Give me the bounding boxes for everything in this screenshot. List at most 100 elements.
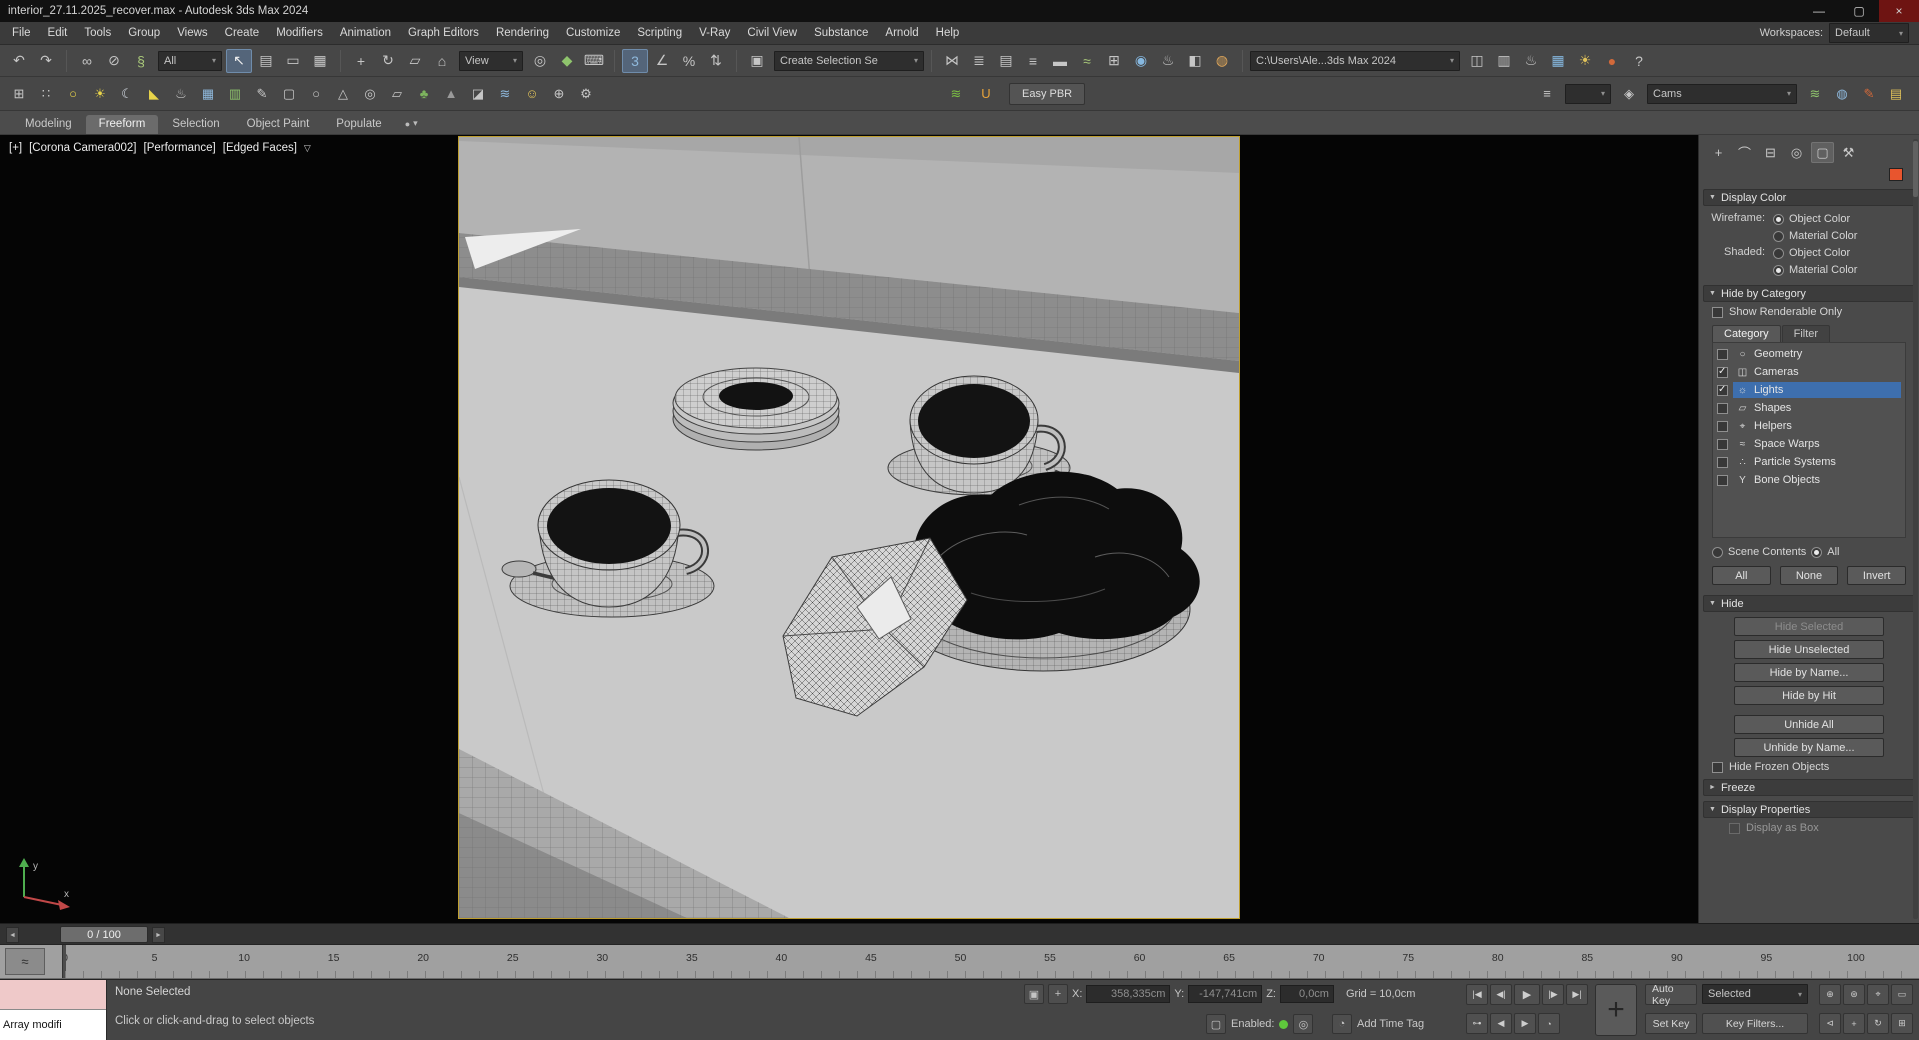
lightbulb-icon[interactable]: ○ bbox=[60, 82, 86, 106]
menu-item[interactable]: Create bbox=[217, 24, 268, 42]
degradation-override-icon[interactable]: ◎ bbox=[1293, 1014, 1313, 1034]
plane-icon[interactable]: ▱ bbox=[384, 82, 410, 106]
select-and-scale-icon[interactable]: ▱ bbox=[402, 49, 428, 73]
ribbon-tab[interactable]: Populate bbox=[323, 115, 394, 134]
ribbon-tab[interactable]: Object Paint bbox=[234, 115, 323, 134]
category-row[interactable]: ⌖Helpers bbox=[1713, 417, 1905, 435]
edit-named-selection-sets-icon[interactable]: ▣ bbox=[744, 49, 770, 73]
rollout-hide[interactable]: ▼ Hide bbox=[1703, 595, 1915, 612]
hide-selected-button[interactable]: Hide Selected bbox=[1734, 617, 1884, 636]
field-of-view-icon[interactable]: ⊲ bbox=[1819, 1013, 1841, 1034]
sun-icon[interactable]: ☀ bbox=[87, 82, 113, 106]
keyboard-shortcut-override-icon[interactable]: ⌨ bbox=[581, 49, 607, 73]
rollout-freeze[interactable]: ► Freeze bbox=[1703, 779, 1915, 796]
show-all-button[interactable]: All bbox=[1712, 566, 1771, 585]
select-and-link-icon[interactable]: ∞ bbox=[74, 49, 100, 73]
rollout-display-properties[interactable]: ▼ Display Properties bbox=[1703, 801, 1915, 818]
time-slider[interactable]: 0 / 100 bbox=[60, 926, 148, 943]
category-row[interactable]: ○Geometry bbox=[1713, 345, 1905, 363]
menu-item[interactable]: Modifiers bbox=[268, 24, 331, 42]
previous-frame-icon[interactable]: ◀| bbox=[1490, 984, 1512, 1005]
help-icon[interactable]: ? bbox=[1626, 49, 1652, 73]
menu-item[interactable]: V-Ray bbox=[691, 24, 738, 42]
menu-item[interactable]: Customize bbox=[558, 24, 628, 42]
next-frame-icon[interactable]: |▶ bbox=[1542, 984, 1564, 1005]
render-teapot-icon[interactable]: ♨ bbox=[1518, 49, 1544, 73]
chart-icon[interactable]: ▥ bbox=[222, 82, 248, 106]
show-renderable-only-checkbox[interactable]: Show Renderable Only bbox=[1703, 302, 1915, 319]
category-row[interactable]: ◫Cameras bbox=[1713, 363, 1905, 381]
ribbon-tab[interactable]: Freeform bbox=[86, 115, 159, 134]
select-by-name-icon[interactable]: ▤ bbox=[253, 49, 279, 73]
viewport-shading-menu[interactable]: [Edged Faces] bbox=[223, 142, 297, 154]
menu-item[interactable]: Substance bbox=[806, 24, 876, 42]
maximize-viewport-icon[interactable]: ⊞ bbox=[1891, 1013, 1913, 1034]
green-layers-icon[interactable]: ≋ bbox=[943, 82, 969, 106]
menu-item[interactable]: File bbox=[4, 24, 39, 42]
gear-icon[interactable]: ⚙ bbox=[573, 82, 599, 106]
mirror-icon[interactable]: ⋈ bbox=[939, 49, 965, 73]
hierarchy-tab-icon[interactable]: ⊟ bbox=[1759, 142, 1782, 163]
project-folder-dropdown[interactable]: C:\Users\Ale...3ds Max 2024▾ bbox=[1250, 51, 1460, 71]
z-coordinate-field[interactable]: 0,0cm bbox=[1280, 985, 1334, 1003]
viewport-general-menu[interactable]: [+] bbox=[9, 142, 22, 154]
undo-icon[interactable]: ↶ bbox=[6, 49, 32, 73]
ribbon-tab[interactable]: Modeling bbox=[12, 115, 85, 134]
time-slider-marker[interactable] bbox=[62, 945, 66, 978]
create-tab-icon[interactable]: + bbox=[1707, 142, 1730, 163]
unhide-all-button[interactable]: Unhide All bbox=[1734, 715, 1884, 734]
menu-item[interactable]: Edit bbox=[40, 24, 76, 42]
render-setup-icon[interactable]: ♨ bbox=[1155, 49, 1181, 73]
orbit-icon[interactable]: ↻ bbox=[1867, 1013, 1889, 1034]
category-row[interactable]: ☼Lights bbox=[1713, 381, 1905, 399]
add-time-tag[interactable]: Add Time Tag bbox=[1357, 1018, 1424, 1030]
snaps-toggle-icon[interactable]: 3 bbox=[622, 49, 648, 73]
tab-filter[interactable]: Filter bbox=[1782, 325, 1830, 342]
menu-item[interactable]: Rendering bbox=[488, 24, 557, 42]
ribbon-tab[interactable]: Selection bbox=[159, 115, 232, 134]
percent-snap-icon[interactable]: % bbox=[676, 49, 702, 73]
rollout-hide-by-category[interactable]: ▼ Hide by Category bbox=[1703, 285, 1915, 302]
shaded-color-radio[interactable]: Object Color bbox=[1773, 246, 1913, 260]
target-icon[interactable]: ⊕ bbox=[546, 82, 572, 106]
category-checkbox[interactable] bbox=[1717, 367, 1728, 378]
render-last-icon[interactable]: ● bbox=[1599, 49, 1625, 73]
select-and-place-icon[interactable]: ⌂ bbox=[429, 49, 455, 73]
next-key-icon[interactable]: ▶ bbox=[1514, 1013, 1536, 1034]
contents-radio[interactable]: All bbox=[1811, 545, 1839, 559]
rectangular-selection-region-icon[interactable]: ▭ bbox=[280, 49, 306, 73]
brush-icon[interactable]: ✎ bbox=[1856, 82, 1882, 106]
menu-item[interactable]: Scripting bbox=[629, 24, 690, 42]
absolute-mode-icon[interactable]: + bbox=[1048, 984, 1068, 1004]
unhide-by-name-button[interactable]: Unhide by Name... bbox=[1734, 738, 1884, 757]
display-as-box-checkbox[interactable]: Display as Box bbox=[1703, 818, 1915, 835]
time-ruler[interactable]: ≈ 05101520253035404550556065707580859095… bbox=[0, 945, 1919, 979]
array-tool-icon[interactable]: ∷ bbox=[33, 82, 59, 106]
menu-item[interactable]: Animation bbox=[332, 24, 399, 42]
spotlight-icon[interactable]: ◣ bbox=[141, 82, 167, 106]
viewport[interactable]: [+][Corona Camera002][Performance][Edged… bbox=[0, 135, 1698, 923]
category-checkbox[interactable] bbox=[1717, 457, 1728, 468]
modify-tab-icon[interactable]: ⌒ bbox=[1733, 142, 1756, 163]
scene-explorer-icon[interactable]: ▥ bbox=[1491, 49, 1517, 73]
redo-icon[interactable]: ↷ bbox=[33, 49, 59, 73]
person-icon[interactable]: ☺ bbox=[519, 82, 545, 106]
category-list[interactable]: ○Geometry ◫Cameras ☼Lights ▱Shap bbox=[1712, 342, 1906, 538]
rollout-display-color[interactable]: ▼ Display Color bbox=[1703, 189, 1915, 206]
bind-to-space-warp-icon[interactable]: § bbox=[128, 49, 154, 73]
menu-item[interactable]: Tools bbox=[76, 24, 119, 42]
select-and-rotate-icon[interactable]: ↻ bbox=[375, 49, 401, 73]
unlink-selection-icon[interactable]: ⊘ bbox=[101, 49, 127, 73]
menu-item[interactable]: Views bbox=[169, 24, 215, 42]
plate-stack[interactable] bbox=[673, 368, 839, 450]
hide-by-name-button[interactable]: Hide by Name... bbox=[1734, 663, 1884, 682]
layers-icon[interactable]: ▤ bbox=[1883, 82, 1909, 106]
category-checkbox[interactable] bbox=[1717, 421, 1728, 432]
key-filters-button[interactable]: Key Filters... bbox=[1702, 1013, 1808, 1034]
select-and-manipulate-icon[interactable]: ◆ bbox=[554, 49, 580, 73]
camera-view[interactable] bbox=[458, 136, 1240, 919]
zoom-icon[interactable]: ⊕ bbox=[1819, 984, 1841, 1005]
previous-frame-arrow[interactable]: ◄ bbox=[6, 927, 19, 943]
selection-filter-dropdown[interactable]: All▾ bbox=[158, 51, 222, 71]
category-checkbox[interactable] bbox=[1717, 475, 1728, 486]
